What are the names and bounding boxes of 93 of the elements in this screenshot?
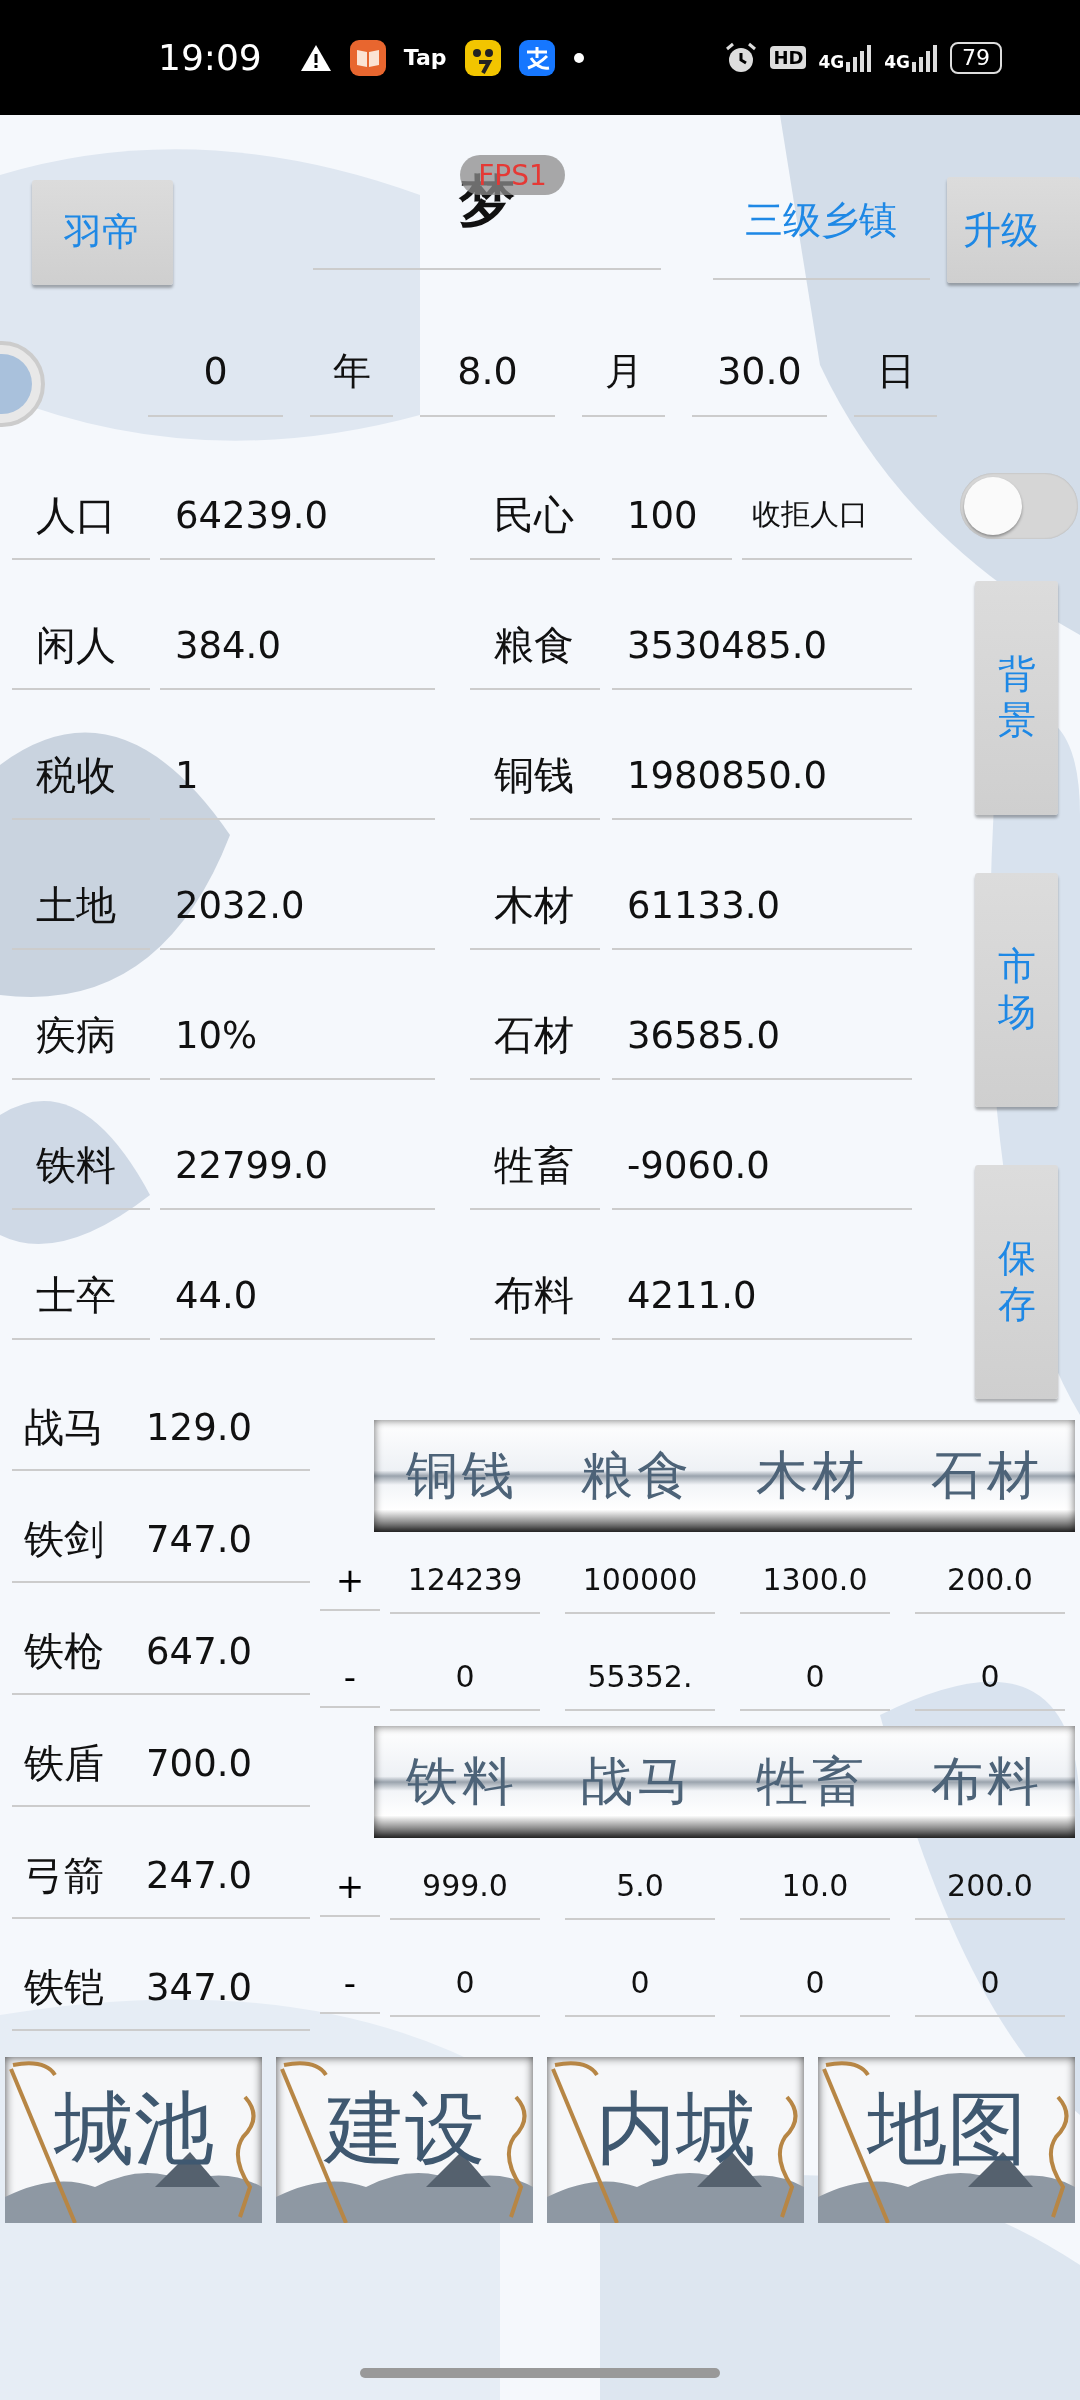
stat-field[interactable]: -9060.0 (612, 1122, 912, 1210)
stat-field[interactable]: 10% (160, 992, 435, 1080)
date-unit[interactable]: 年 (310, 327, 393, 417)
stat-label: 闲人 (12, 602, 150, 690)
unit-field[interactable]: 647.0 (131, 1609, 310, 1695)
banner-label: 牲畜 (756, 1750, 869, 1813)
network-label: 4G (884, 51, 910, 72)
hd-indicator: HD (770, 46, 807, 69)
stat-field[interactable]: 384.0 (160, 602, 435, 690)
plus-button[interactable]: + (320, 1856, 380, 1917)
stat-label: 粮食 (470, 602, 600, 690)
stat-field[interactable]: 61133.0 (612, 862, 912, 950)
unit-field[interactable]: 347.0 (131, 1945, 310, 2031)
warning-icon (299, 43, 332, 72)
amount-field[interactable]: 200.0 (915, 1547, 1065, 1614)
banner-label: 铁料 (405, 1750, 518, 1813)
signal-icon (912, 43, 938, 72)
stat-label: 木材 (470, 862, 600, 950)
banner-label: 石材 (931, 1444, 1044, 1507)
amount-field[interactable]: 999.0 (390, 1853, 540, 1920)
amount-field[interactable]: 0 (915, 1950, 1065, 2017)
unit-label: 铁盾 (12, 1721, 132, 1807)
amount-field[interactable]: 5.0 (565, 1853, 715, 1920)
unit-label: 铁剑 (12, 1497, 132, 1583)
stat-label: 铁料 (12, 1122, 150, 1210)
unit-label: 铁铠 (12, 1945, 132, 2031)
amount-field[interactable]: 1300.0 (740, 1547, 890, 1614)
banner-label: 木材 (756, 1444, 869, 1507)
banner-label: 粮食 (580, 1444, 693, 1507)
minus-button[interactable]: - (320, 1647, 380, 1708)
date-field[interactable]: 0 (148, 327, 283, 417)
alarm-icon (724, 40, 759, 75)
nav-tile[interactable]: 城池 (5, 2057, 262, 2223)
amount-field[interactable]: 100000 (565, 1547, 715, 1614)
dot-icon (572, 51, 585, 64)
amount-field[interactable]: 10.0 (740, 1853, 890, 1920)
date-field[interactable]: 30.0 (692, 327, 827, 417)
minus-button[interactable]: - (320, 1953, 380, 2014)
payment-app-icon (518, 39, 555, 76)
stat-field[interactable]: 44.0 (160, 1252, 435, 1340)
amount-field[interactable]: 0 (390, 1950, 540, 2017)
status-time: 19:09 (158, 37, 262, 78)
stat-field[interactable]: 1980850.0 (612, 732, 912, 820)
amount-field[interactable]: 0 (915, 1644, 1065, 1711)
stat-field[interactable]: 1 (160, 732, 435, 820)
plus-button[interactable]: + (320, 1550, 380, 1611)
stat-label: 人口 (12, 472, 150, 560)
stat-field[interactable]: 4211.0 (612, 1252, 912, 1340)
date-field[interactable]: 8.0 (420, 327, 555, 417)
nav-tile[interactable]: 建设 (276, 2057, 533, 2223)
date-unit[interactable]: 月 (582, 327, 665, 417)
unit-field[interactable]: 129.0 (131, 1385, 310, 1471)
network-label: 4G (818, 51, 845, 72)
banner-label: 铜钱 (405, 1444, 518, 1507)
stat-field[interactable]: 22799.0 (160, 1122, 435, 1210)
unit-label: 战马 (12, 1385, 132, 1471)
stat-field[interactable]: 36585.0 (612, 992, 912, 1080)
book-app-icon (349, 39, 386, 76)
unit-field[interactable]: 247.0 (131, 1833, 310, 1919)
unit-field[interactable]: 700.0 (131, 1721, 310, 1807)
home-indicator[interactable] (360, 2368, 720, 2378)
stat-label: 民心 (470, 472, 600, 560)
nav-tile[interactable]: 内城 (547, 2057, 804, 2223)
amount-field[interactable]: 0 (565, 1950, 715, 2017)
stat-label: 疾病 (12, 992, 150, 1080)
app-label: Tap (403, 45, 447, 70)
stat-label: 铜钱 (470, 732, 600, 820)
amount-field[interactable]: 124239 (390, 1547, 540, 1614)
stat-label: 土地 (12, 862, 150, 950)
stat-field[interactable]: 64239.0 (160, 472, 435, 560)
stat-field[interactable]: 100 (612, 472, 732, 560)
battery-level: 79 (950, 41, 1002, 74)
unit-label: 弓箭 (12, 1833, 132, 1919)
date-unit[interactable]: 日 (854, 327, 937, 417)
unit-label: 铁枪 (12, 1609, 132, 1695)
stat-label: 税收 (12, 732, 150, 820)
nav-tile[interactable]: 地图 (818, 2057, 1075, 2223)
stat-label: 士卒 (12, 1252, 150, 1340)
unit-field[interactable]: 747.0 (131, 1497, 310, 1583)
amount-field[interactable]: 0 (390, 1644, 540, 1711)
banner-label: 布料 (931, 1750, 1044, 1813)
stat-field[interactable]: 2032.0 (160, 862, 435, 950)
signal-icon (846, 43, 873, 72)
stat-label: 布料 (470, 1252, 600, 1340)
amount-field[interactable]: 200.0 (915, 1853, 1065, 1920)
amount-field[interactable]: 55352. (565, 1644, 715, 1711)
stat-label: 牲畜 (470, 1122, 600, 1210)
banner-label: 战马 (580, 1750, 693, 1813)
amount-field[interactable]: 0 (740, 1950, 890, 2017)
switch-label: 收拒人口 (742, 472, 912, 560)
amount-field[interactable]: 0 (740, 1644, 890, 1711)
stat-label: 石材 (470, 992, 600, 1080)
stat-field[interactable]: 3530485.0 (612, 602, 912, 690)
